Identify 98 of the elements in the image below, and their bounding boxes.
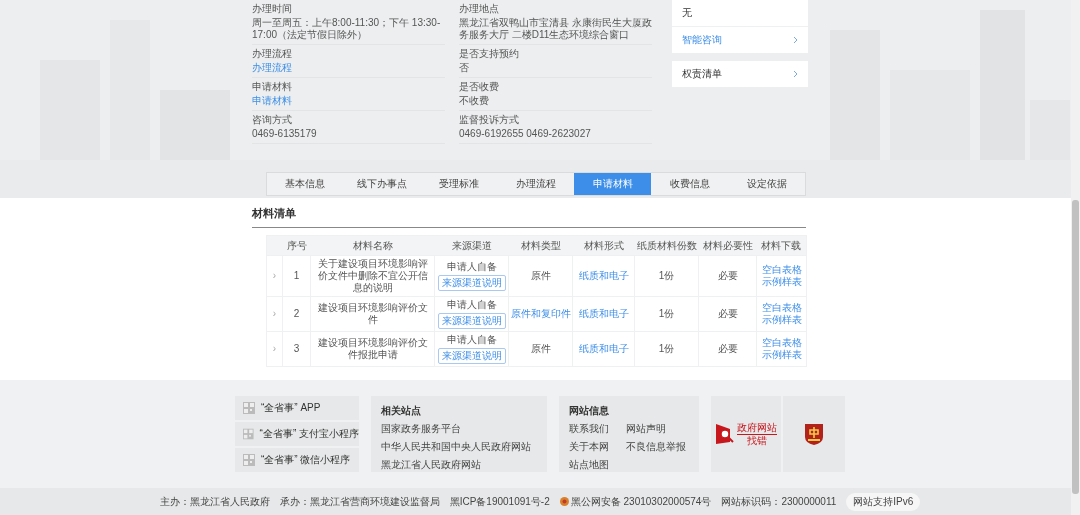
- download-link[interactable]: 空白表格: [761, 264, 802, 275]
- column-header: 纸质材料份数: [634, 235, 699, 256]
- download-link[interactable]: 示例样表: [761, 349, 802, 360]
- side-menu-item[interactable]: 权责清单: [672, 61, 808, 87]
- footer-link[interactable]: 关于本网: [569, 440, 612, 454]
- side-link[interactable]: 智能咨询: [672, 26, 808, 53]
- download-link[interactable]: 空白表格: [761, 337, 802, 348]
- app-entry[interactable]: “全省事” APP: [235, 396, 359, 420]
- column-header: 来源渠道: [434, 235, 509, 256]
- info-link[interactable]: 办理流程: [252, 62, 445, 74]
- column-header: 材料形式: [572, 235, 635, 256]
- tab[interactable]: 收费信息: [651, 173, 729, 195]
- section-heading: 材料清单: [252, 206, 806, 228]
- column-header: 材料下载: [756, 235, 807, 256]
- tab[interactable]: 设定依据: [728, 173, 805, 195]
- table-cell: 原件: [530, 270, 551, 281]
- qr-code-icon: [243, 402, 255, 414]
- table-link[interactable]: 纸质和电子: [578, 308, 629, 319]
- info-value: 周一至周五：上午8:00-11:30；下午 13:30-17:00（法定节假日除外）: [252, 17, 442, 41]
- download-link[interactable]: 空白表格: [761, 302, 802, 313]
- find-error-badge[interactable]: 政府网站 找错: [711, 396, 781, 472]
- info-label: 是否收费: [459, 80, 500, 93]
- app-entry[interactable]: “全省事” 微信小程序: [235, 448, 359, 472]
- table-link[interactable]: 纸质和电子: [578, 343, 629, 354]
- info-label: 办理流程: [252, 47, 293, 60]
- shield-emblem-icon: [804, 422, 824, 446]
- table-cell: 建设项目环境影响评价文件报批申请: [310, 331, 435, 367]
- magnifier-flag-icon: [715, 424, 734, 444]
- info-label: 监督投诉方式: [459, 113, 520, 126]
- table-cell: 申请人自备: [446, 334, 497, 345]
- chevron-right-icon: [793, 70, 798, 78]
- table-cell: 1份: [634, 296, 699, 332]
- table-cell: 申请人自备: [446, 299, 497, 310]
- footer-link[interactable]: 国家政务服务平台: [381, 422, 537, 436]
- expand-toggle[interactable]: ›: [272, 343, 277, 354]
- download-link[interactable]: 示例样表: [761, 276, 802, 287]
- column-header: 材料必要性: [698, 235, 757, 256]
- info-link[interactable]: 申请材料: [252, 95, 445, 107]
- source-info-button[interactable]: 来源渠道说明: [437, 275, 506, 291]
- footer-text: 黑ICP备19001091号-2: [449, 494, 550, 509]
- info-label: 咨询方式: [252, 113, 293, 126]
- info-value: 否: [459, 62, 470, 74]
- expand-toggle[interactable]: ›: [272, 308, 277, 319]
- info-label: 办理时间: [252, 2, 293, 15]
- table-cell: 1: [282, 255, 311, 297]
- table-cell: 1份: [634, 331, 699, 367]
- table-cell: 1份: [634, 255, 699, 297]
- footer-text: 黑公网安备 23010302000574号: [559, 494, 712, 509]
- panel-title: 相关站点: [381, 404, 422, 418]
- table-cell: 建设项目环境影响评价文件: [310, 296, 435, 332]
- footer-link[interactable]: 中华人民共和国中央人民政府网站: [381, 440, 537, 454]
- footer-text: 网站标识码：2300000011: [721, 494, 837, 509]
- tab[interactable]: 线下办事点: [343, 173, 421, 195]
- expand-toggle[interactable]: ›: [272, 270, 277, 281]
- police-badge-icon: [559, 497, 569, 506]
- ipv6-badge: 网站支持IPv6: [846, 492, 921, 511]
- app-entry[interactable]: “全省事” 支付宝小程序: [235, 422, 359, 446]
- table-cell: 3: [282, 331, 311, 367]
- panel-title: 网站信息: [569, 404, 610, 418]
- column-header: 材料名称: [310, 235, 435, 256]
- qr-code-icon: [243, 454, 255, 466]
- source-info-button[interactable]: 来源渠道说明: [437, 348, 506, 364]
- table-cell: 2: [282, 296, 311, 332]
- table-link[interactable]: 原件和复印件: [511, 308, 571, 319]
- footer-link[interactable]: 联系我们: [569, 422, 612, 436]
- tab[interactable]: 受理标准: [420, 173, 498, 195]
- footer-text: 主办：黑龙江省人民政府: [159, 494, 270, 509]
- footer-link[interactable]: 不良信息举报: [626, 440, 689, 454]
- info-label: 办理地点: [459, 2, 500, 15]
- source-info-button[interactable]: 来源渠道说明: [437, 313, 506, 329]
- table-cell: 申请人自备: [446, 261, 497, 272]
- info-value: 不收费: [459, 95, 490, 107]
- info-value: 0469-6192655 0469-2623027: [459, 128, 592, 140]
- qr-code-icon: [243, 428, 254, 440]
- column-header: 材料类型: [508, 235, 573, 256]
- info-label: 申请材料: [252, 80, 293, 93]
- info-value: 黑龙江省双鸭山市宝清县 永康街民生大厦政务服务大厅 二楼D11生态环境综合窗口: [459, 17, 652, 41]
- footer-link[interactable]: 网站声明: [626, 422, 689, 436]
- column-header: 序号: [282, 235, 311, 256]
- table-link[interactable]: 纸质和电子: [578, 270, 629, 281]
- table-cell: 必要: [698, 331, 757, 367]
- tab[interactable]: 基本信息: [267, 173, 344, 195]
- info-label: 是否支持预约: [459, 47, 520, 60]
- table-cell: 原件: [530, 343, 551, 354]
- scrollbar[interactable]: [1071, 0, 1080, 515]
- emblem-badge[interactable]: [783, 396, 845, 472]
- table-cell: 必要: [698, 296, 757, 332]
- tab[interactable]: 办理流程: [497, 173, 575, 195]
- table-cell: 必要: [698, 255, 757, 297]
- tab[interactable]: 申请材料: [574, 173, 652, 195]
- footer-link[interactable]: 站点地图: [569, 458, 612, 472]
- info-value: 0469-6135179: [252, 128, 318, 140]
- side-note: 无: [681, 6, 693, 20]
- footer-text: 承办：黑龙江省营商环境建设监督局: [279, 494, 440, 509]
- download-link[interactable]: 示例样表: [761, 314, 802, 325]
- footer-link[interactable]: 黑龙江省人民政府网站: [381, 458, 537, 472]
- chevron-right-icon: [793, 36, 798, 44]
- table-cell: 关于建设项目环境影响评价文件中删除不宜公开信息的说明: [310, 255, 435, 297]
